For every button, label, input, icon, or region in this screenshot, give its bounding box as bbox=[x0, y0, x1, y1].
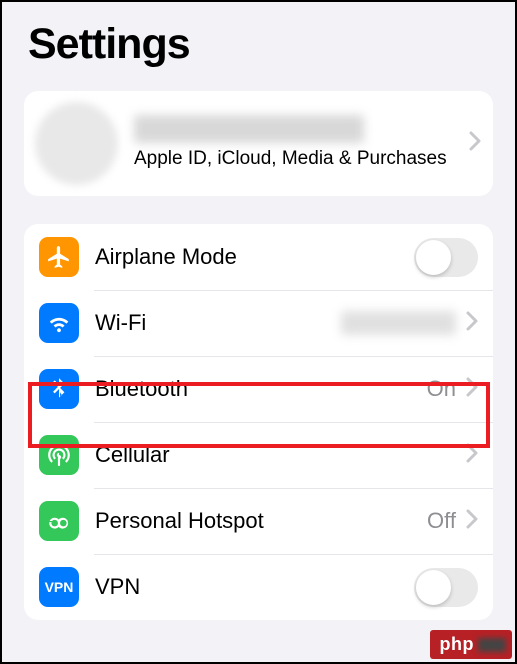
row-label: Wi-Fi bbox=[95, 310, 341, 336]
row-label: VPN bbox=[95, 574, 414, 600]
chevron-right-icon bbox=[466, 509, 478, 534]
hotspot-value: Off bbox=[427, 508, 456, 534]
row-vpn[interactable]: VPN VPN bbox=[24, 554, 493, 620]
chevron-right-icon bbox=[466, 377, 478, 402]
wifi-icon bbox=[39, 303, 79, 343]
wifi-value-redacted bbox=[341, 311, 456, 335]
vpn-toggle[interactable] bbox=[414, 568, 478, 607]
row-personal-hotspot[interactable]: Personal Hotspot Off bbox=[24, 488, 493, 554]
row-label: Personal Hotspot bbox=[95, 508, 427, 534]
avatar bbox=[35, 102, 118, 185]
bluetooth-value: On bbox=[427, 376, 456, 402]
apple-id-subtitle: Apple ID, iCloud, Media & Purchases bbox=[134, 147, 469, 172]
row-label: Cellular bbox=[95, 442, 466, 468]
row-cellular[interactable]: Cellular bbox=[24, 422, 493, 488]
chevron-right-icon bbox=[469, 131, 481, 156]
row-label: Airplane Mode bbox=[95, 244, 414, 270]
cellular-icon bbox=[39, 435, 79, 475]
apple-id-card[interactable]: Apple ID, iCloud, Media & Purchases bbox=[24, 91, 493, 196]
watermark: php bbox=[430, 630, 513, 659]
bluetooth-icon bbox=[39, 369, 79, 409]
airplane-icon bbox=[39, 237, 79, 277]
settings-list: Airplane Mode Wi-Fi Bluetooth On Cellula… bbox=[24, 224, 493, 620]
hotspot-icon bbox=[39, 501, 79, 541]
airplane-toggle[interactable] bbox=[414, 238, 478, 277]
row-label: Bluetooth bbox=[95, 376, 427, 402]
row-bluetooth[interactable]: Bluetooth On bbox=[24, 356, 493, 422]
vpn-icon: VPN bbox=[39, 567, 79, 607]
apple-id-name-redacted bbox=[134, 115, 364, 143]
chevron-right-icon bbox=[466, 311, 478, 336]
chevron-right-icon bbox=[466, 443, 478, 468]
page-title: Settings bbox=[2, 2, 515, 81]
row-wifi[interactable]: Wi-Fi bbox=[24, 290, 493, 356]
row-airplane-mode[interactable]: Airplane Mode bbox=[24, 224, 493, 290]
